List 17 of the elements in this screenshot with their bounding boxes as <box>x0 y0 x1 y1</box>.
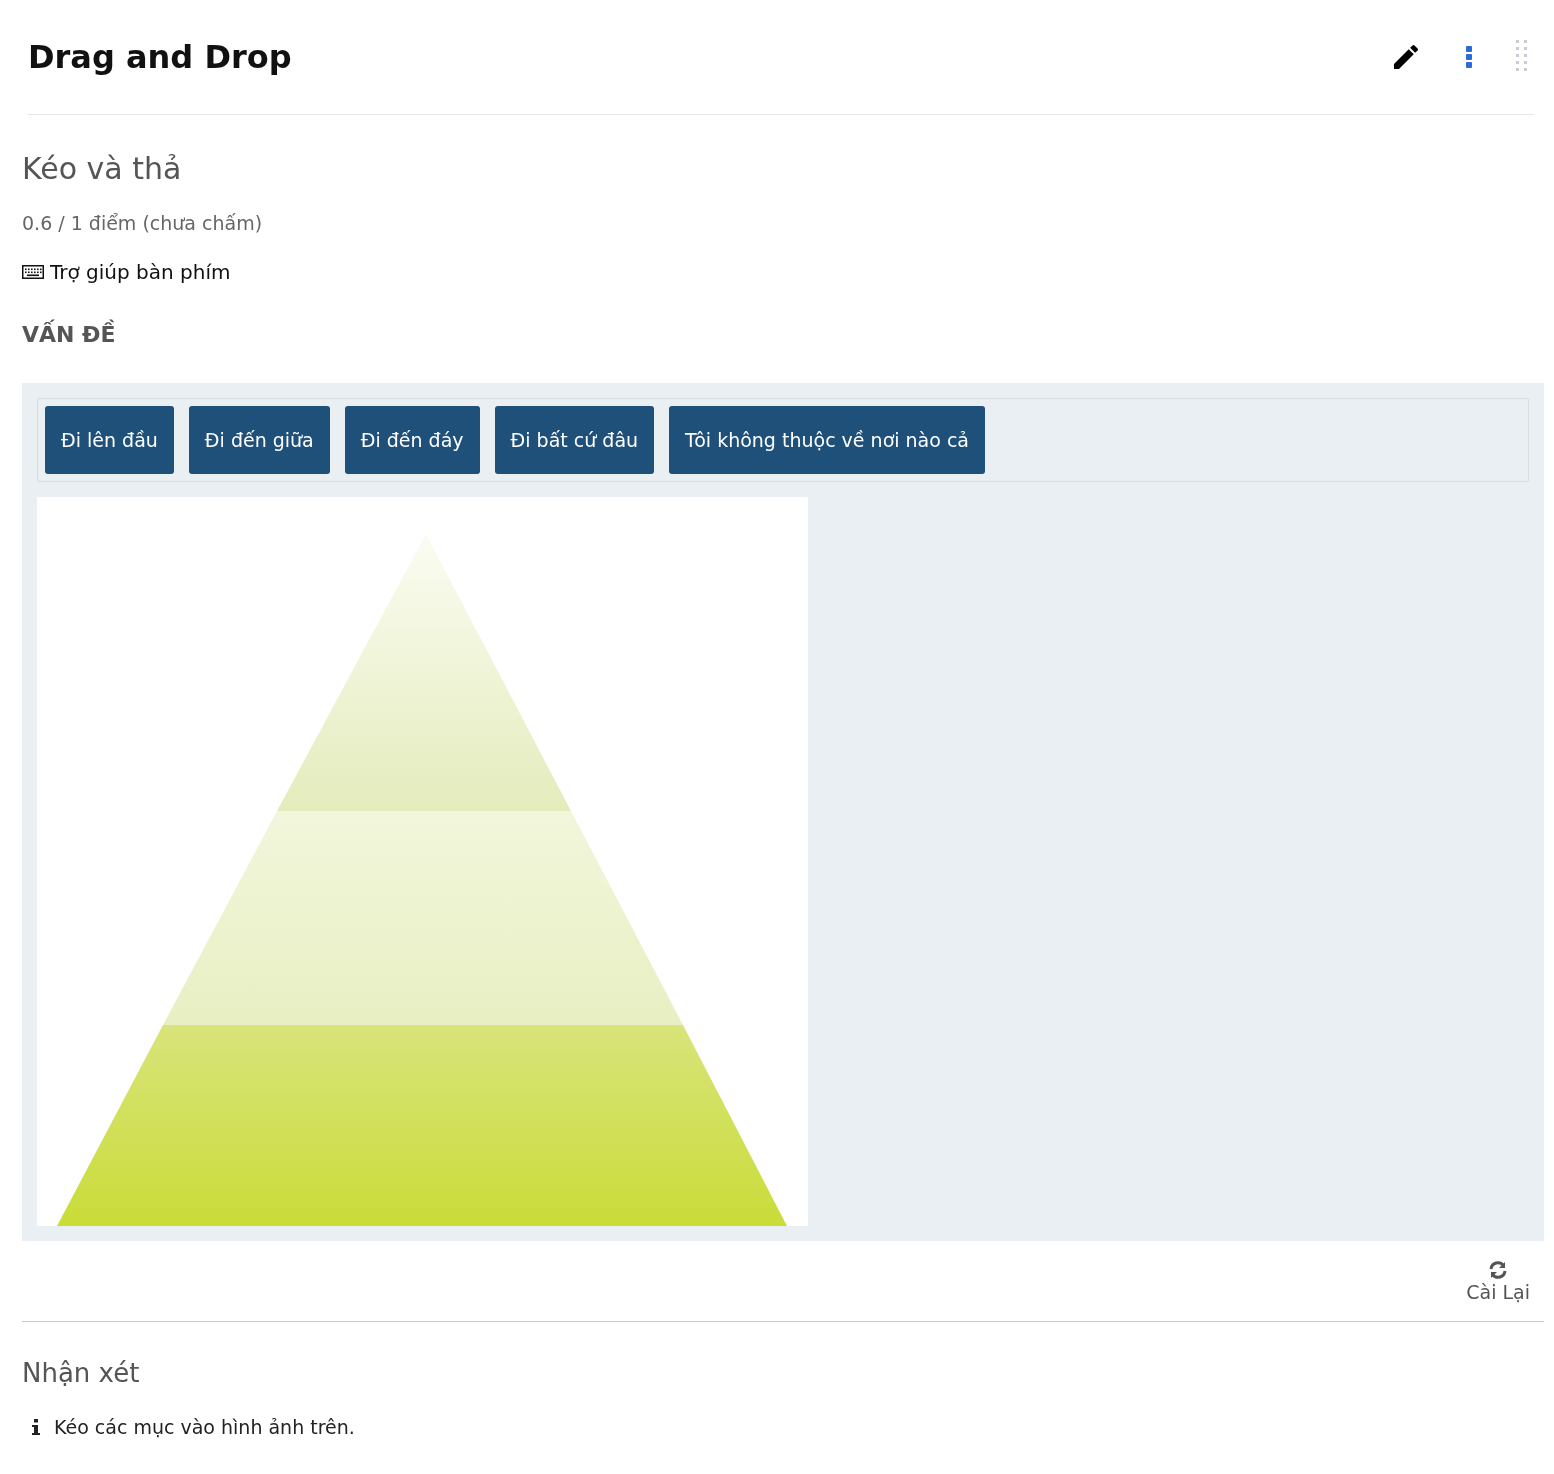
draggable-item[interactable]: Đi đến giữa <box>188 406 330 474</box>
page-title: Drag and Drop <box>28 38 293 76</box>
feedback-message: Kéo các mục vào hình ảnh trên. <box>54 1416 355 1438</box>
draggable-item[interactable]: Đi đến đáy <box>344 406 480 474</box>
keyboard-help-link[interactable]: Trợ giúp bàn phím <box>50 260 231 284</box>
problem-title: Kéo và thả <box>22 151 183 186</box>
drag-handle-icon[interactable] <box>1516 40 1528 74</box>
draggable-item[interactable]: Tôi không thuộc về nơi nào cả <box>669 406 985 474</box>
info-icon <box>32 1419 40 1435</box>
more-options-icon[interactable] <box>1466 46 1472 68</box>
score-text: 0.6 / 1 điểm (chưa chấm) <box>22 212 264 234</box>
draggable-item[interactable]: Đi bất cứ đâu <box>494 406 655 474</box>
feedback-title: Nhận xét <box>22 1358 141 1388</box>
draggable-item[interactable]: Đi lên đầu <box>45 406 174 474</box>
refresh-icon <box>1488 1261 1509 1279</box>
keyboard-icon <box>22 265 44 279</box>
reset-button[interactable]: Cài Lại <box>1466 1261 1530 1303</box>
